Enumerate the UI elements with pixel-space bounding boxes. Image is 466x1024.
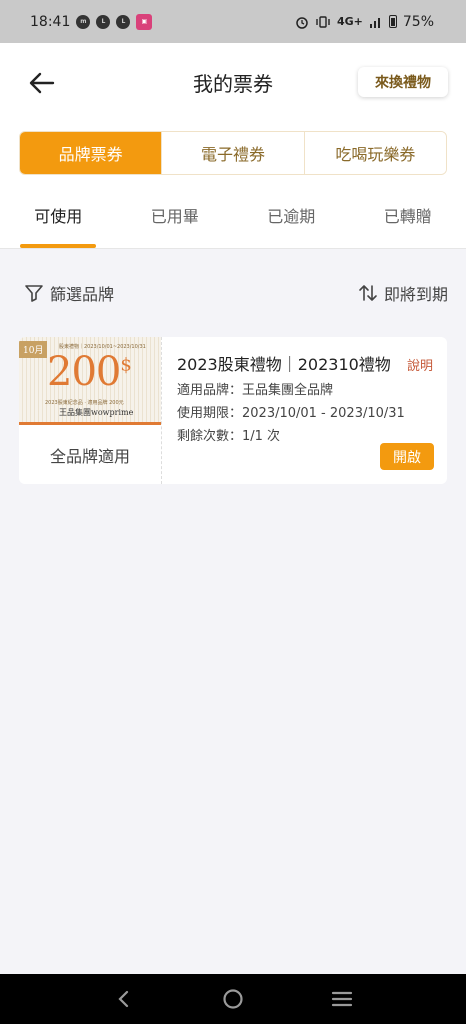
alarm-icon [296, 16, 308, 29]
open-coupon-button[interactable]: 開啟 [380, 443, 434, 470]
coupon-card[interactable]: 10月 股東禮物｜2023/10/01~2023/10/31 200$ 2023… [19, 337, 447, 484]
sort-icon [359, 285, 377, 301]
nav-home-button[interactable] [218, 984, 248, 1014]
coupon-left-panel: 10月 股東禮物｜2023/10/01~2023/10/31 200$ 2023… [19, 337, 161, 484]
category-leisure-tickets[interactable]: 吃喝玩樂券 [304, 132, 446, 174]
header: 我的票券 來換禮物 [0, 43, 466, 123]
category-segmented-control: 品牌票券 電子禮券 吃喝玩樂券 [19, 131, 447, 175]
app-notification-icon: ▣ [136, 13, 153, 30]
sort-label: 即將到期 [383, 285, 448, 304]
tab-available[interactable]: 可使用 [0, 185, 117, 248]
category-e-gift-vouchers[interactable]: 電子禮券 [162, 132, 305, 174]
filter-brand-label: 篩選品牌 [50, 285, 115, 304]
filter-row: 篩選品牌 即將到期 [0, 270, 466, 316]
status-bar-left: 18:41 m L L ▣ [30, 13, 153, 30]
nav-recents-button[interactable] [327, 984, 357, 1014]
category-brand-tickets[interactable]: 品牌票券 [20, 132, 163, 174]
coupon-image-month: 10月 [19, 341, 48, 358]
vibrate-icon [316, 15, 330, 28]
status-tabs: 可使用 已用畢 已逾期 已轉贈 [0, 185, 466, 249]
category-bar: 品牌票券 電子禮券 吃喝玩樂券 [0, 123, 466, 185]
battery-level: 75% [402, 13, 434, 30]
nav-back-button[interactable] [109, 984, 139, 1014]
coupon-image-brand: 王品集團wowprime [59, 408, 134, 417]
clock: 18:41 [30, 13, 71, 30]
coupon-image-amount: 200$ [47, 349, 132, 395]
tab-transferred[interactable]: 已轉贈 [350, 185, 466, 248]
coupon-remaining-line: 剩餘次數：1/1 次 [177, 429, 281, 444]
network-type: 4G+ [336, 15, 363, 28]
tab-used[interactable]: 已用畢 [117, 185, 234, 248]
filter-icon [25, 285, 43, 302]
home-circle-icon [223, 989, 243, 1009]
status-bar: 18:41 m L L ▣ 4G+ 75% [0, 0, 466, 43]
coupon-image-note: 2023股東紀念品 · 適用品牌 200元 [45, 400, 124, 406]
signal-icon [369, 17, 380, 28]
battery-icon [388, 15, 397, 28]
coupon-period-line: 使用期限：2023/10/01 - 2023/10/31 [177, 406, 405, 421]
tab-expired[interactable]: 已逾期 [233, 185, 350, 248]
filter-brand-button[interactable]: 篩選品牌 [24, 281, 114, 305]
line-icon: L [96, 14, 111, 29]
status-bar-right: 4G+ 75% [295, 14, 434, 30]
line-icon: L [116, 14, 131, 29]
coupon-help-link[interactable]: 說明 [407, 355, 433, 374]
exchange-gift-button[interactable]: 來換禮物 [358, 67, 448, 97]
coupon-title: 2023股東禮物｜202310禮物 [177, 355, 391, 374]
chevron-left-icon [118, 990, 129, 1008]
coupon-right-panel: 2023股東禮物｜202310禮物 說明 適用品牌：王品集團全品牌 使用期限：2… [165, 337, 447, 484]
menu-icon [331, 991, 352, 1007]
coupon-brand-line: 適用品牌：王品集團全品牌 [177, 383, 334, 398]
coupon-image: 10月 股東禮物｜2023/10/01~2023/10/31 200$ 2023… [19, 337, 161, 425]
sort-expiring-button[interactable]: 即將到期 [358, 281, 448, 305]
coupon-applicable-label: 全品牌適用 [49, 446, 130, 466]
messenger-icon: m [76, 14, 91, 29]
navigation-bar [0, 974, 466, 1024]
